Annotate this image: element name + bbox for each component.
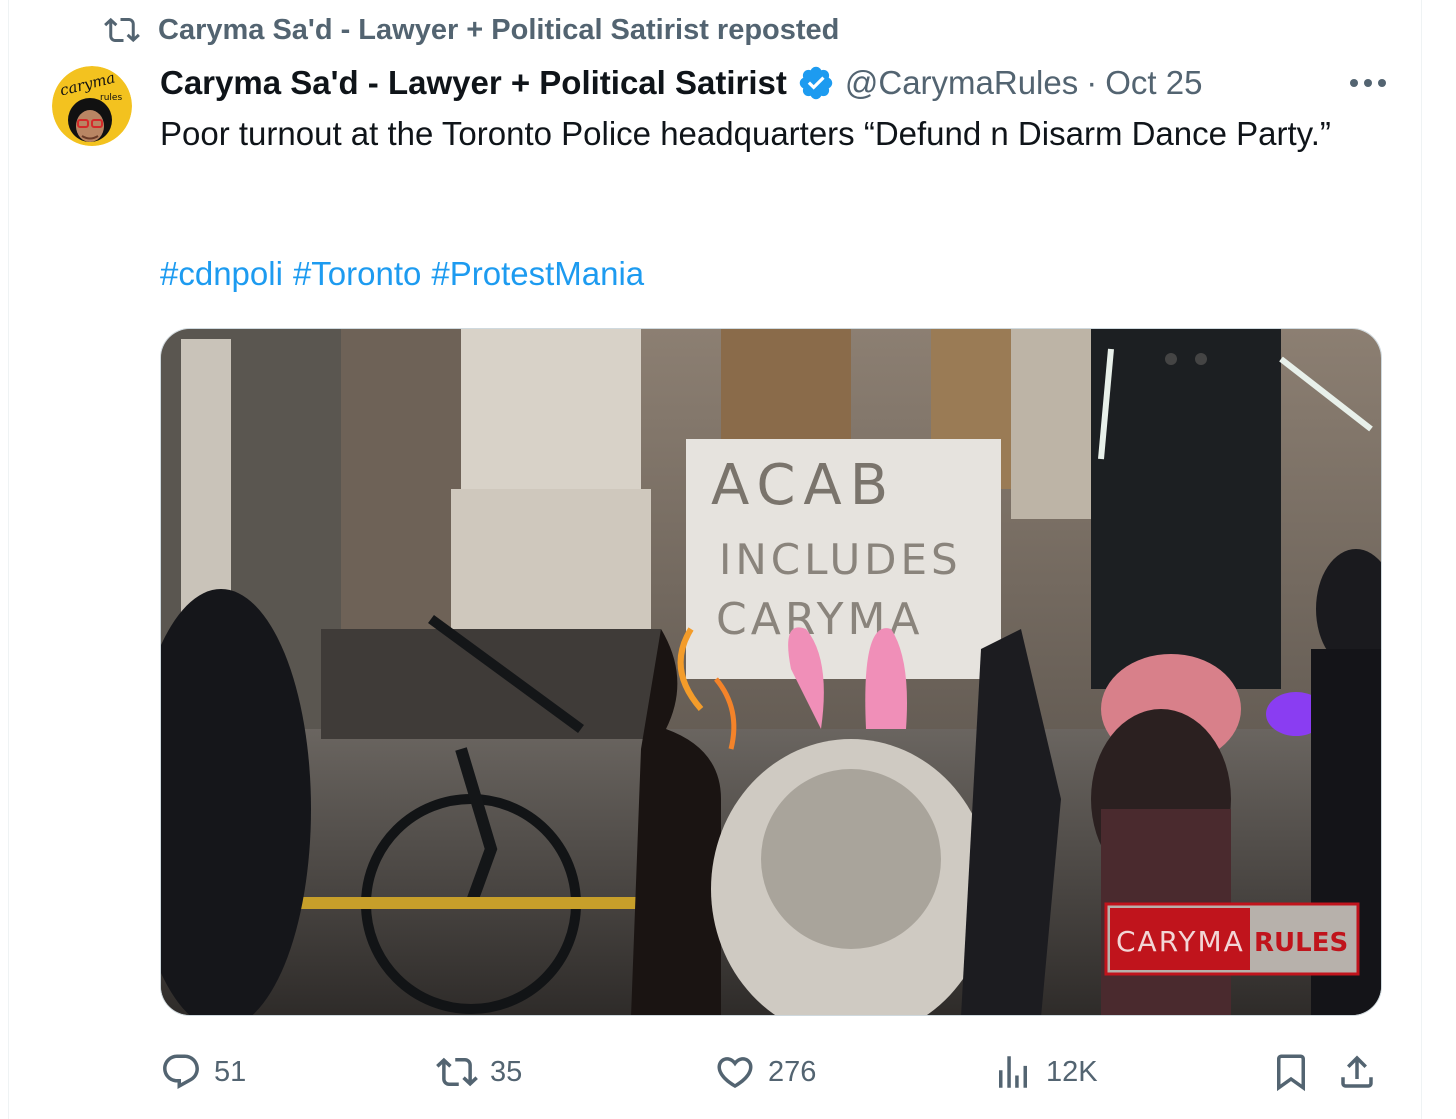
tweet-date[interactable]: Oct 25 [1105, 64, 1202, 102]
share-icon [1341, 1055, 1373, 1088]
reply-count: 51 [214, 1055, 247, 1088]
repost-icon [104, 17, 140, 43]
author-handle[interactable]: @CarymaRules [845, 64, 1078, 102]
watermark-left-text: CARYMA [1116, 925, 1245, 958]
repost-count: 35 [490, 1055, 523, 1088]
more-horizontal-icon [1350, 79, 1386, 87]
tweet-body: Poor turnout at the Toronto Police headq… [160, 115, 1331, 152]
like-button[interactable]: 276 [714, 1046, 816, 1098]
hashtag-link[interactable]: #Toronto [293, 255, 421, 292]
avatar-logo-small-text: rules [100, 93, 122, 103]
heart-icon [717, 1057, 753, 1089]
sign-text-line2: INCLUDES [719, 535, 962, 584]
views-chart-icon [999, 1056, 1027, 1088]
avatar[interactable]: caryma rules [52, 66, 132, 146]
bookmark-button[interactable] [1270, 1046, 1312, 1098]
sign-text-line1: ACAB [711, 453, 896, 518]
hashtag-link[interactable]: #ProtestMania [431, 255, 644, 292]
hashtag-link[interactable]: #cdnpoli [160, 255, 283, 292]
views-button[interactable]: 12K [992, 1046, 1098, 1098]
reply-icon [163, 1054, 199, 1089]
like-count: 276 [768, 1055, 817, 1088]
repost-indicator[interactable]: Caryma Sa'd - Lawyer + Political Satiris… [104, 10, 839, 50]
video-frame: ACAB INCLUDES CARYMA CARYMA RULES [161, 329, 1381, 1015]
bookmark-icon [1277, 1054, 1305, 1092]
repost-button[interactable]: 35 [436, 1046, 522, 1098]
separator-dot: · [1086, 64, 1098, 101]
hashtag-list: #cdnpoli #Toronto #ProtestMania [160, 250, 654, 298]
watermark-right-text: RULES [1254, 928, 1348, 958]
video-media[interactable]: ACAB INCLUDES CARYMA CARYMA RULES [160, 328, 1382, 1016]
tweet-actions: 51 35 276 12K [160, 1046, 1390, 1098]
repost-icon [436, 1057, 478, 1087]
avatar-image: caryma rules [52, 66, 132, 146]
author-name[interactable]: Caryma Sa'd - Lawyer + Political Satiris… [160, 64, 787, 102]
views-count: 12K [1046, 1055, 1098, 1088]
tweet-header: Caryma Sa'd - Lawyer + Political Satiris… [160, 60, 1390, 106]
more-options-button[interactable] [1346, 64, 1390, 102]
reply-button[interactable]: 51 [160, 1046, 246, 1098]
repost-label: Caryma Sa'd - Lawyer + Political Satiris… [158, 13, 840, 46]
tweet-text: Poor turnout at the Toronto Police headq… [160, 110, 1390, 158]
share-button[interactable] [1336, 1046, 1378, 1098]
verified-badge-icon[interactable] [797, 64, 835, 102]
